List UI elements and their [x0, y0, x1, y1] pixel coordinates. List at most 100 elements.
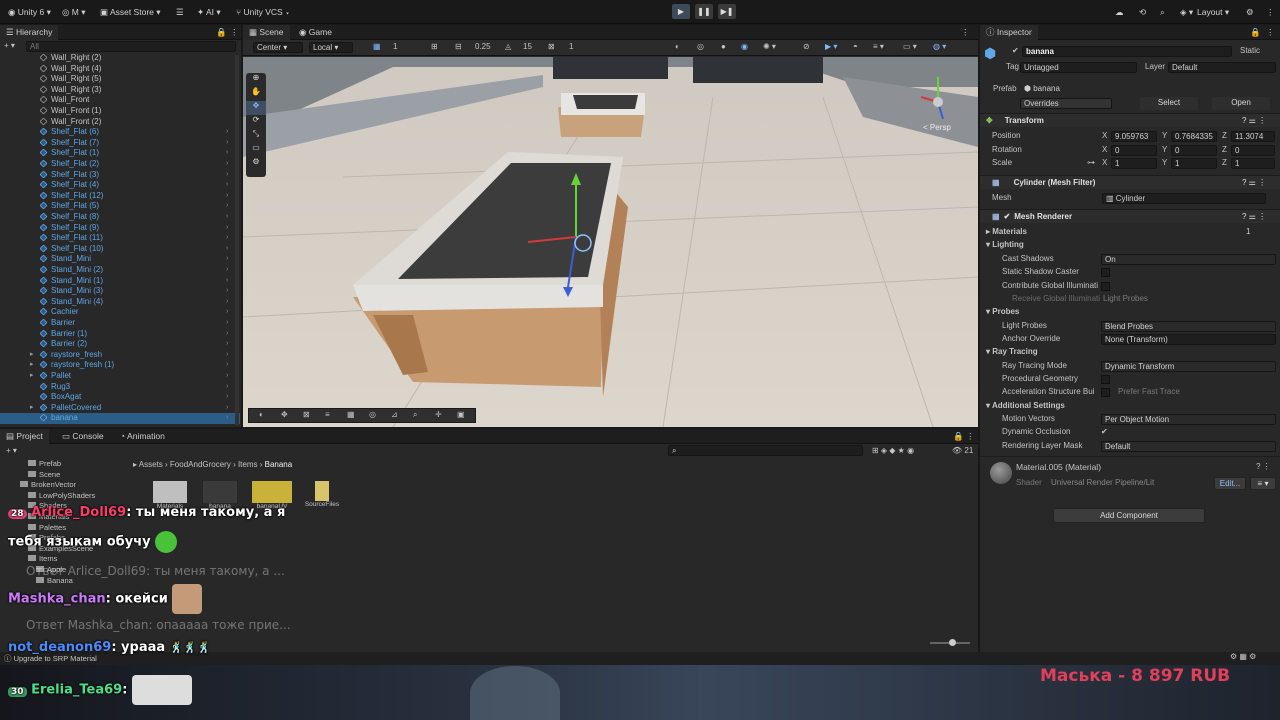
hierarchy-item[interactable]: Wall_Front (2) — [0, 117, 240, 128]
chevron-right-icon[interactable]: › — [226, 413, 228, 424]
component-menu-icons[interactable]: ? ⚌ ⋮ — [1242, 114, 1266, 128]
scrollbar[interactable] — [235, 55, 239, 425]
chevron-right-icon[interactable]: › — [226, 138, 228, 149]
hierarchy-item[interactable]: Wall_Right (5) — [0, 74, 240, 85]
step-button[interactable]: ▶❚ — [718, 4, 736, 19]
contribute-gi-checkbox[interactable] — [1101, 282, 1110, 291]
chevron-right-icon[interactable]: › — [226, 360, 228, 371]
expand-arrow-icon[interactable]: ▸ — [30, 360, 34, 371]
additional-foldout[interactable]: ▾ Additional Settings — [986, 400, 1065, 412]
component-menu-icons[interactable]: ? ⚌ ⋮ — [1242, 176, 1266, 190]
tab-scene[interactable]: ▦ Scene — [243, 25, 290, 40]
more-icon[interactable]: ⋮ — [1266, 25, 1275, 41]
hierarchy-item[interactable]: ▸ PalletCovered › — [0, 403, 240, 414]
shader-list-icon[interactable]: ≡ ▾ — [1250, 477, 1276, 490]
tab-hierarchy[interactable]: ☰ Hierarchy — [0, 25, 59, 40]
gizmos-icon[interactable]: ◓ — [853, 42, 858, 51]
breadcrumb-item[interactable]: Banana — [265, 460, 293, 469]
more-icon[interactable]: ⋮ — [230, 25, 239, 41]
hierarchy-item[interactable]: Stand_Mini › — [0, 254, 240, 265]
scale-y[interactable]: 1 — [1171, 158, 1217, 169]
hierarchy-item[interactable]: Barrier › — [0, 318, 240, 329]
chevron-right-icon[interactable]: › — [226, 392, 228, 403]
search-icon[interactable]: ⌕ — [1160, 4, 1165, 20]
breadcrumb-item[interactable]: FoodAndGrocery — [170, 460, 231, 469]
chevron-right-icon[interactable]: › — [226, 403, 228, 414]
layout-dropdown[interactable]: Layout ▾ — [1197, 4, 1229, 20]
hierarchy-item[interactable]: Stand_Mini (4) › — [0, 297, 240, 308]
chevron-right-icon[interactable]: › — [226, 254, 228, 265]
effects-icon[interactable]: ✺ ▾ — [763, 42, 776, 51]
chevron-right-icon[interactable]: › — [226, 180, 228, 191]
lock-icon[interactable]: 🔒 — [216, 25, 227, 41]
asset-item[interactable]: SourceFiles — [302, 481, 342, 511]
draw-mode-icon[interactable]: ◐ — [675, 42, 680, 51]
tab-animation[interactable]: ◔ Animation — [114, 429, 171, 444]
expand-arrow-icon[interactable]: ▸ — [30, 371, 34, 382]
chevron-right-icon[interactable]: › — [226, 170, 228, 181]
object-name-field[interactable]: banana — [1022, 46, 1232, 57]
pause-button[interactable]: ❚❚ — [695, 4, 713, 19]
vcs-button[interactable]: ⑂ Unity VCS ▾ — [236, 4, 290, 20]
chevron-right-icon[interactable]: › — [226, 350, 228, 361]
project-tree-item[interactable]: Items — [28, 554, 57, 563]
audio-icon[interactable]: ◉ — [741, 42, 748, 51]
hierarchy-item[interactable]: Barrier (1) › — [0, 329, 240, 340]
pivot-dropdown[interactable]: Center ▾ — [253, 42, 303, 53]
rotate-tool-icon[interactable]: ⟳ — [246, 115, 266, 129]
open-button[interactable]: Open — [1212, 97, 1270, 110]
chevron-right-icon[interactable]: › — [226, 382, 228, 393]
more-icon[interactable]: ⋮ — [1266, 4, 1275, 20]
breadcrumb-item[interactable]: Items — [238, 460, 258, 469]
pivot-icon[interactable]: ⊠ — [303, 410, 310, 419]
position-y[interactable]: 0.7684335 — [1171, 131, 1217, 142]
mesh-filter-header[interactable]: ▦ Cylinder (Mesh Filter)? ⚌ ⋮ — [980, 175, 1280, 189]
move-icon[interactable]: ✛ — [435, 410, 442, 419]
static-shadow-checkbox[interactable] — [1101, 268, 1110, 277]
menu-icon[interactable]: ☰ — [176, 4, 184, 20]
hidden-icon[interactable]: ⊘ — [803, 42, 810, 51]
rotation-y[interactable]: 0 — [1171, 145, 1217, 156]
status-icons[interactable]: ⚙ ▦ ⚙ — [1230, 652, 1256, 661]
add-icon[interactable]: + ▾ — [6, 446, 17, 455]
tag-dropdown[interactable]: Untagged — [1020, 62, 1137, 73]
hierarchy-item[interactable]: banana › — [0, 413, 240, 424]
hierarchy-item[interactable]: ▸ Pallet › — [0, 371, 240, 382]
orbit-icon[interactable]: ◎ — [369, 410, 376, 419]
hierarchy-item[interactable]: Wall_Front — [0, 95, 240, 106]
ai-button[interactable]: ✦ AI ▾ — [197, 4, 221, 20]
chevron-right-icon[interactable]: › — [226, 276, 228, 287]
camera-icon[interactable]: ▶ ▾ — [825, 42, 837, 51]
edit-shader-button[interactable]: Edit... — [1214, 477, 1246, 490]
dynamic-occlusion-checkbox[interactable]: ✔ — [1101, 428, 1110, 437]
transform-tools-icon[interactable]: ⊕ — [246, 73, 266, 87]
zoom-icon[interactable]: ⌕ — [413, 410, 417, 420]
hand-tool-icon[interactable]: ✋ — [246, 87, 266, 101]
ray-tracing-foldout[interactable]: ▾ Ray Tracing — [986, 346, 1038, 358]
chevron-right-icon[interactable]: › — [226, 212, 228, 223]
tab-console[interactable]: ▭ Console — [56, 429, 110, 444]
hierarchy-item[interactable]: Stand_Mini (3) › — [0, 286, 240, 297]
globe-icon[interactable]: ◍ ▾ — [933, 42, 946, 51]
motion-dropdown[interactable]: Per Object Motion — [1101, 414, 1276, 425]
breadcrumb-item[interactable]: ▸ Assets — [133, 460, 163, 469]
lighting-foldout[interactable]: ▾ Lighting — [986, 239, 1024, 251]
chevron-right-icon[interactable]: › — [226, 191, 228, 202]
lock-icon[interactable]: 🔒 — [953, 429, 964, 445]
chevron-right-icon[interactable]: › — [226, 244, 228, 255]
persp-label[interactable]: < Persp — [923, 123, 951, 132]
tab-game[interactable]: ◉ Game — [293, 25, 338, 40]
hierarchy-item[interactable]: Shelf_Flat (1) › — [0, 148, 240, 159]
angle-icon[interactable]: ◬ — [505, 42, 511, 51]
hierarchy-item[interactable]: Shelf_Flat (12) › — [0, 191, 240, 202]
view-icon[interactable]: ≡ ▾ — [873, 42, 884, 51]
scale-x[interactable]: 1 — [1111, 158, 1157, 169]
hierarchy-item[interactable]: Wall_Right (2) — [0, 53, 240, 64]
asset-store-button[interactable]: ▣ Asset Store ▾ — [100, 4, 161, 20]
layers-icon[interactable]: ◈ ▾ — [1180, 4, 1193, 20]
hierarchy-item[interactable]: Shelf_Flat (3) › — [0, 170, 240, 181]
custom-tool-icon[interactable]: ⚙ — [246, 157, 266, 171]
move-tool-icon[interactable]: ✥ — [246, 101, 266, 115]
tab-inspector[interactable]: ⓘ Inspector — [980, 25, 1038, 40]
m-menu-button[interactable]: ◎ M ▾ — [62, 4, 86, 20]
